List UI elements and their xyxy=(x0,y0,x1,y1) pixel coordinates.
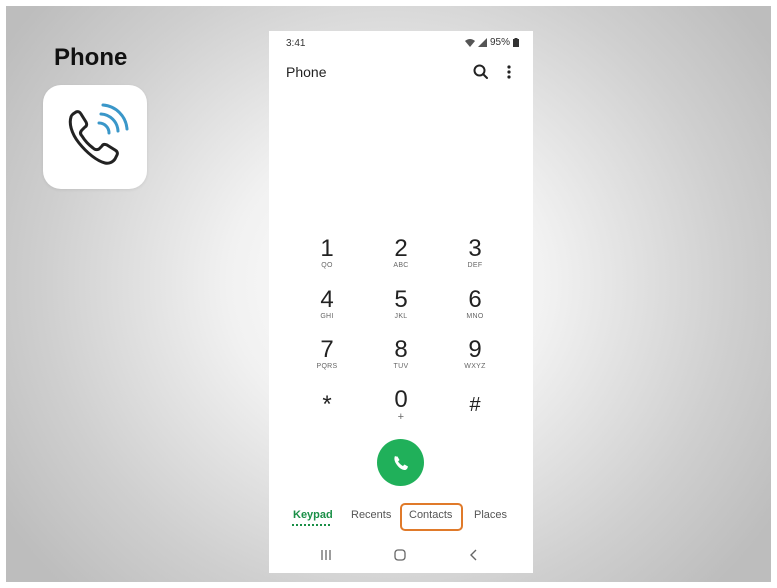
key-digit: 8 xyxy=(394,336,408,363)
key-0[interactable]: 0 + xyxy=(371,386,431,423)
key-digit: * xyxy=(322,391,332,418)
wifi-icon xyxy=(464,39,475,47)
key-3[interactable]: 3 DEF xyxy=(445,237,505,271)
key-digit: 5 xyxy=(394,286,408,313)
key-letters: JKL xyxy=(394,313,408,320)
status-time: 3:41 xyxy=(286,38,306,49)
key-letters: DEF xyxy=(467,262,483,269)
tab-recents[interactable]: Recents xyxy=(351,509,391,521)
tab-places[interactable]: Places xyxy=(474,509,507,521)
status-indicators: 95% xyxy=(464,37,519,48)
home-icon xyxy=(394,549,406,561)
key-digit: 7 xyxy=(320,336,334,363)
recent-apps-button[interactable] xyxy=(316,544,336,566)
key-letters: ABC xyxy=(393,262,409,269)
key-digit: 6 xyxy=(468,286,482,313)
key-digit: # xyxy=(469,394,481,416)
key-star[interactable]: * xyxy=(297,393,357,417)
home-button[interactable] xyxy=(390,544,410,566)
key-hash[interactable]: # xyxy=(445,393,505,417)
search-icon[interactable] xyxy=(472,63,490,81)
key-6[interactable]: 6 MNO xyxy=(445,288,505,322)
contacts-highlight-box xyxy=(400,503,463,531)
back-icon xyxy=(470,549,477,561)
page-title: Phone xyxy=(286,64,327,80)
key-9[interactable]: 9 WXYZ xyxy=(445,338,505,372)
key-4[interactable]: 4 GHI xyxy=(297,288,357,322)
key-letters: + xyxy=(397,411,405,423)
key-letters: GHI xyxy=(320,313,334,320)
recent-apps-icon xyxy=(321,550,331,560)
voicemail-icon: QO xyxy=(321,262,333,269)
key-letters: MNO xyxy=(466,313,484,320)
key-digit: 4 xyxy=(320,286,334,313)
key-2[interactable]: 2 ABC xyxy=(371,237,431,271)
key-digit: 1 xyxy=(320,235,334,262)
key-digit: 2 xyxy=(394,235,408,262)
phone-screen: 3:41 95% Phone 1 QO 2 ABC 3 DEF 4 GHI 5 … xyxy=(269,31,533,573)
key-digit: 0 xyxy=(394,386,408,413)
key-letters: TUV xyxy=(393,363,409,370)
key-digit: 9 xyxy=(468,336,482,363)
more-vertical-icon[interactable] xyxy=(503,63,515,81)
phone-icon xyxy=(393,455,408,470)
battery-percent: 95% xyxy=(489,37,510,48)
key-letters: WXYZ xyxy=(464,363,486,370)
phone-call-icon xyxy=(68,103,129,165)
tab-keypad[interactable]: Keypad xyxy=(293,509,333,521)
key-letters: PQRS xyxy=(316,363,338,370)
phone-app-icon xyxy=(43,85,147,189)
key-digit: 3 xyxy=(468,235,482,262)
key-5[interactable]: 5 JKL xyxy=(371,288,431,322)
call-button[interactable] xyxy=(377,439,424,486)
battery-icon xyxy=(513,38,519,47)
signal-icon xyxy=(477,38,487,47)
key-7[interactable]: 7 PQRS xyxy=(297,338,357,372)
key-1[interactable]: 1 QO xyxy=(297,237,357,271)
key-8[interactable]: 8 TUV xyxy=(371,338,431,372)
app-name-label: Phone xyxy=(54,44,128,71)
active-tab-indicator xyxy=(292,524,330,526)
back-button[interactable] xyxy=(464,544,484,566)
background-stage: Phone 3:41 95% Phone 1 QO 2 ABC 3 DEF 4 … xyxy=(6,6,771,582)
